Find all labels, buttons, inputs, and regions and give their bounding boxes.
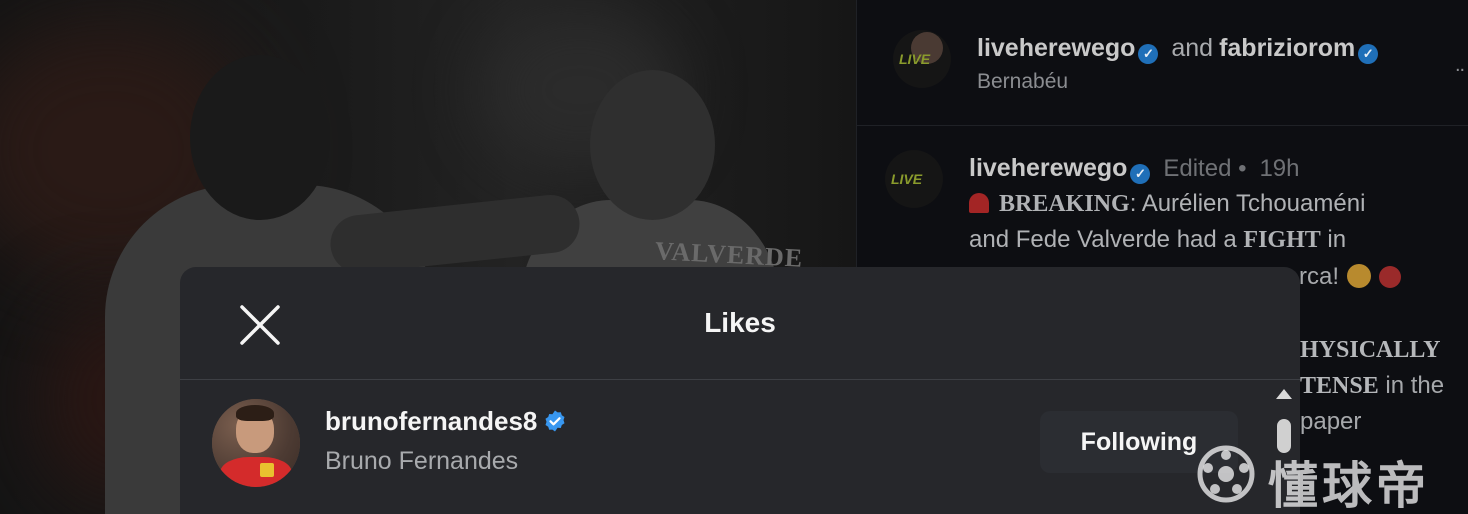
coauthor-username[interactable]: fabriziorom bbox=[1219, 34, 1355, 62]
dialog-title: Likes bbox=[704, 307, 776, 338]
player-right-head bbox=[590, 70, 715, 220]
scroll-up-arrow-icon[interactable] bbox=[1276, 389, 1292, 399]
edited-label: Edited • bbox=[1163, 155, 1247, 182]
comment-line-fragment: rca! bbox=[1299, 263, 1402, 291]
comment-line-fragment: paper bbox=[1300, 408, 1361, 436]
liker-username-line: brunofernandes8 bbox=[325, 406, 567, 437]
verified-icon: ✓ bbox=[1358, 44, 1379, 64]
post-header: LIVE liveherewego ✓ and fabriziorom ✓ Berna… bbox=[857, 0, 1468, 126]
boxing-glove-icon bbox=[1379, 266, 1402, 288]
exploding-head-icon bbox=[1347, 264, 1372, 288]
verified-icon: ✓ bbox=[1130, 164, 1151, 184]
more-options-icon[interactable]: .. bbox=[1455, 54, 1465, 77]
comment-bold-text: TENSE bbox=[1300, 373, 1379, 399]
comment-header: liveherewego ✓ Edited • 19h bbox=[969, 154, 1299, 184]
liker-username[interactable]: brunofernandes8 bbox=[325, 406, 537, 436]
comment-time: 19h bbox=[1259, 155, 1300, 182]
post-location[interactable]: Bernabéu bbox=[977, 70, 1068, 94]
post-authors: liveherewego ✓ and fabriziorom ✓ bbox=[977, 34, 1379, 64]
comment-line: BREAKING: Aurélien Tchouaméni bbox=[969, 190, 1365, 218]
player-left-head bbox=[190, 55, 330, 220]
comment-line-fragment: HYSICALLY bbox=[1300, 336, 1441, 364]
comment-line: and Fede Valverde had a FIGHT in bbox=[969, 226, 1346, 254]
comment-text: in bbox=[1320, 226, 1347, 253]
liker-row: brunofernandes8 Bruno Fernandes Followin… bbox=[180, 381, 1270, 514]
commenter-avatar[interactable]: LIVE bbox=[885, 150, 943, 208]
comment-bold-text: HYSICALLY bbox=[1300, 337, 1441, 363]
watermark: 懂球帝 bbox=[1196, 442, 1446, 514]
avatar-logo-text: LIVE bbox=[891, 171, 923, 187]
comment-text: paper bbox=[1300, 408, 1362, 435]
author-username[interactable]: liveherewego bbox=[977, 34, 1135, 62]
comment-text: rca! bbox=[1299, 263, 1340, 290]
comment-text: and Fede Valverde had a bbox=[969, 226, 1244, 253]
comment-bold-text: FIGHT bbox=[1243, 227, 1321, 253]
authors-connector: and bbox=[1171, 34, 1214, 62]
author-avatar[interactable]: LIVE bbox=[893, 30, 951, 88]
likes-dialog: Likes brunofernandes8 Bruno Fernandes Fo… bbox=[180, 267, 1300, 514]
comment-line-fragment: TENSE in the bbox=[1300, 372, 1444, 400]
avatar-logo-text: LIVE bbox=[899, 51, 931, 67]
soccer-ball-logo-icon bbox=[1196, 444, 1256, 504]
siren-icon bbox=[969, 193, 989, 213]
avatar-hair bbox=[236, 405, 274, 421]
comment-text: in the bbox=[1378, 372, 1445, 399]
avatar-armband bbox=[260, 463, 274, 477]
comment-text: : Aurélien Tchouaméni bbox=[1129, 190, 1366, 217]
dialog-header: Likes bbox=[180, 267, 1300, 380]
comment-bold-text: BREAKING bbox=[999, 191, 1130, 217]
liker-full-name: Bruno Fernandes bbox=[325, 447, 519, 475]
avatar[interactable] bbox=[212, 399, 300, 487]
commenter-username[interactable]: liveherewego bbox=[969, 154, 1127, 182]
watermark-text: 懂球帝 bbox=[1268, 457, 1430, 514]
verified-icon bbox=[543, 409, 567, 433]
avatar-shirt bbox=[220, 457, 292, 487]
verified-icon: ✓ bbox=[1138, 44, 1159, 64]
